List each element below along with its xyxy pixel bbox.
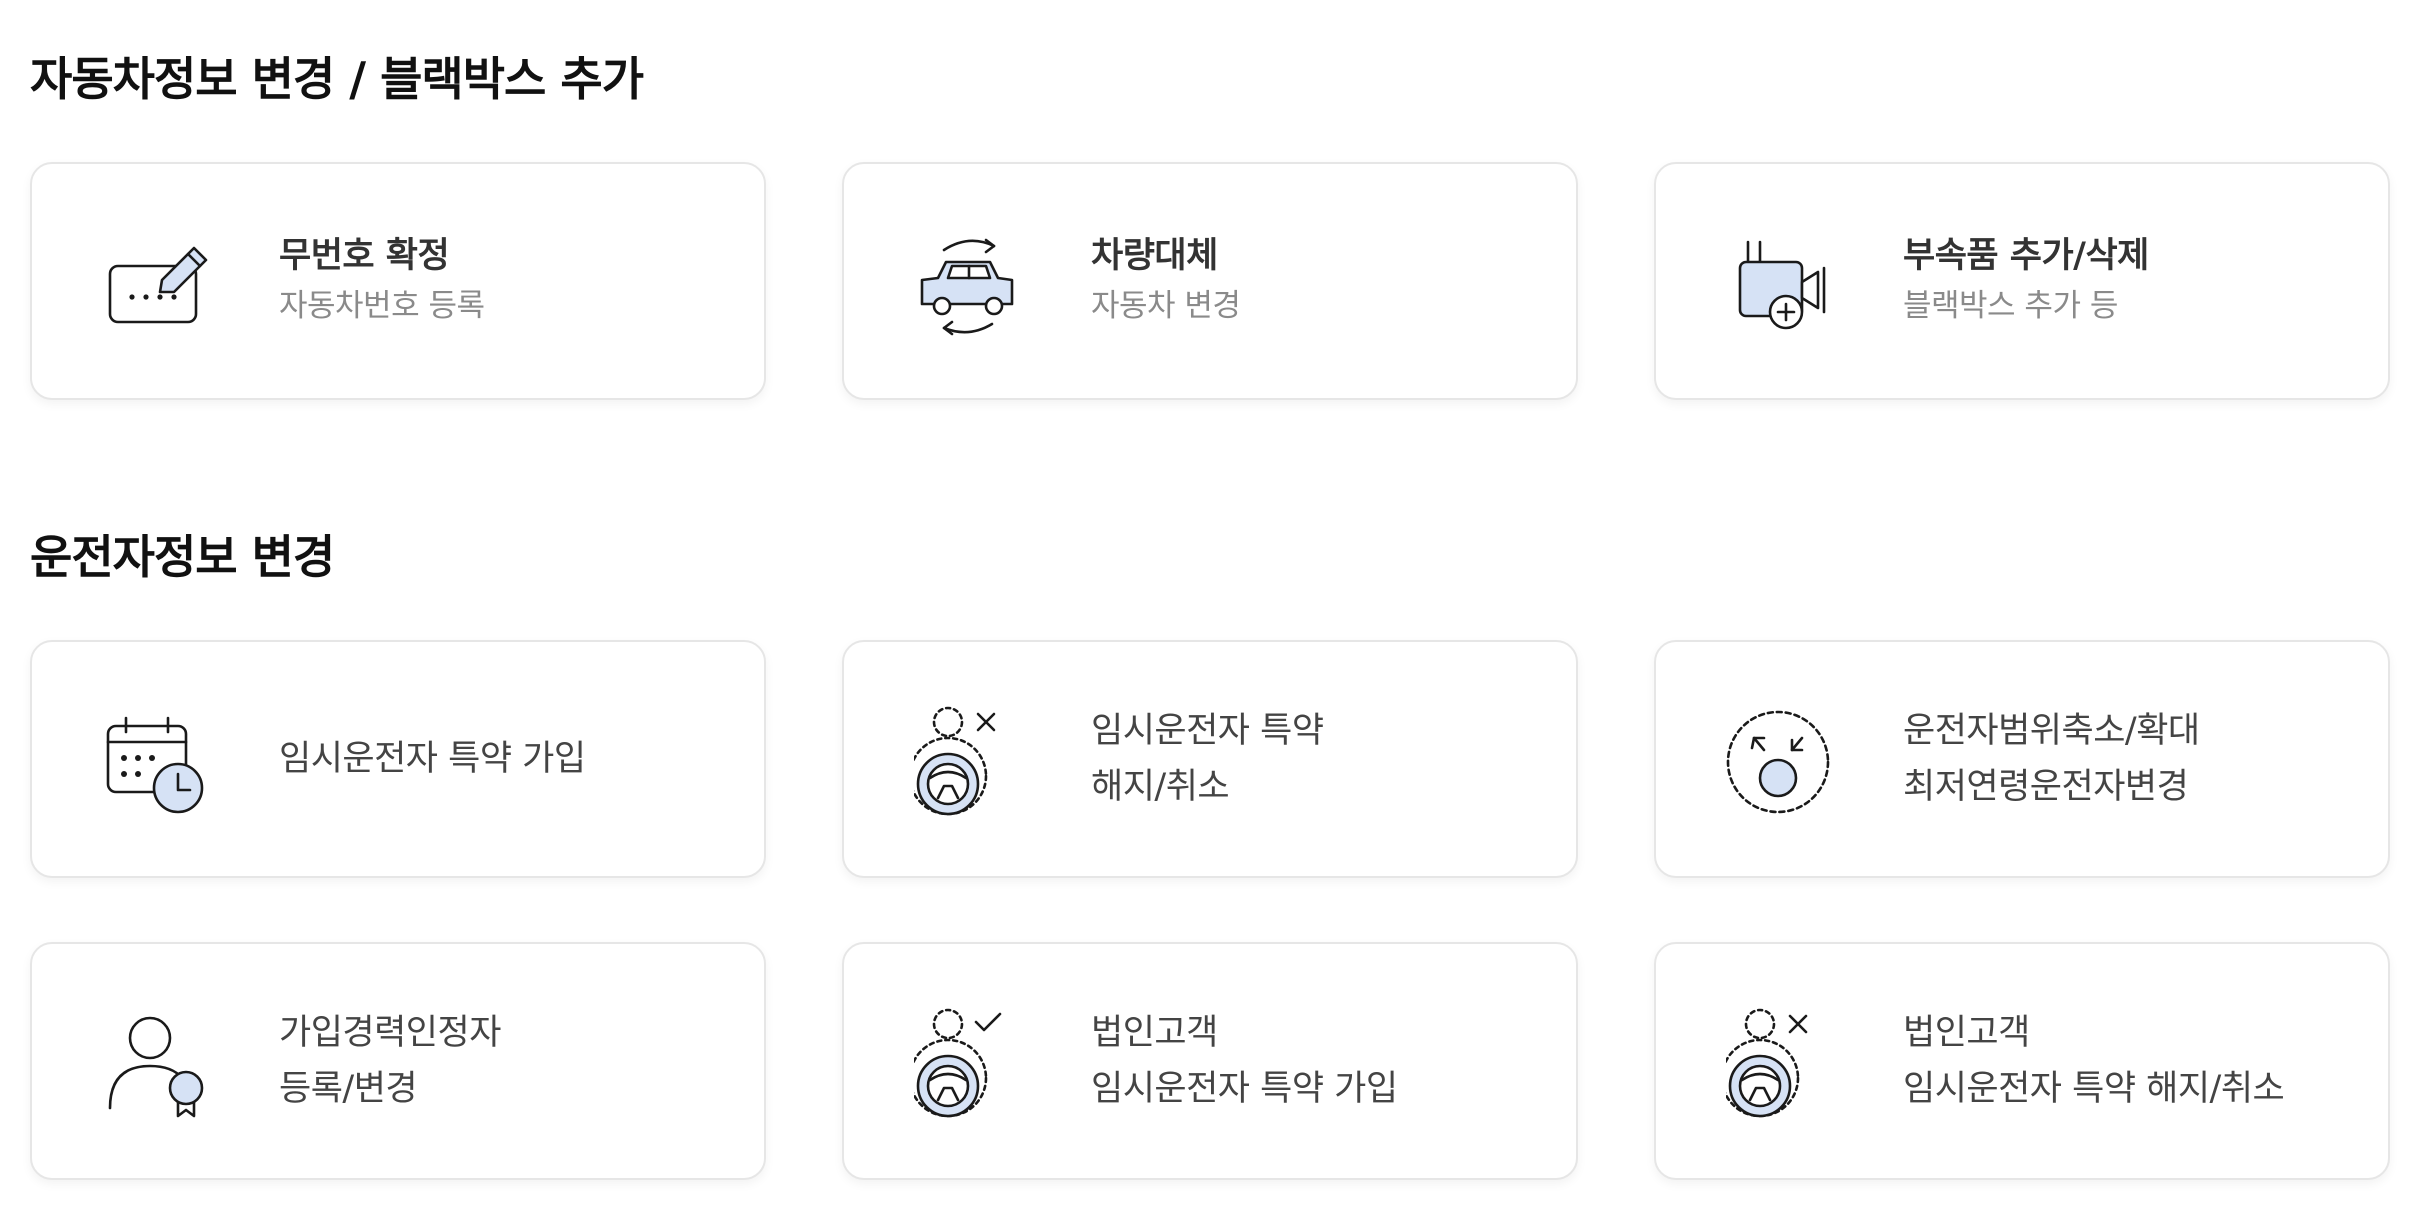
card-label-line1: 법인고객	[1903, 1013, 2030, 1053]
card-subtitle: 자동차번호 등록	[279, 288, 485, 325]
card-label: 임시운전자 특약 가입	[279, 739, 586, 779]
car-swap-icon	[914, 228, 1024, 338]
card-title: 부속품 추가/삭제	[1903, 236, 2149, 277]
card-plate-confirm[interactable]: 무번호 확정 자동차번호 등록	[30, 162, 766, 400]
card-title: 차량대체	[1091, 236, 1218, 277]
card-corp-temp-join[interactable]: 법인고객 임시운전자 특약 가입	[842, 942, 1578, 1180]
card-title: 무번호 확정	[279, 236, 450, 277]
card-temp-driver-cancel[interactable]: 임시운전자 특약 해지/취소	[842, 640, 1578, 878]
card-label-line2: 최저연령운전자변경	[1903, 767, 2189, 807]
card-driver-range[interactable]: 운전자범위축소/확대 최저연령운전자변경	[1654, 640, 2390, 878]
dashcam-add-icon	[1726, 228, 1836, 338]
card-vehicle-replace[interactable]: 차량대체 자동차 변경	[842, 162, 1578, 400]
calendar-clock-icon	[102, 706, 212, 816]
driver-range-icon	[1726, 706, 1836, 816]
card-label-line1: 법인고객	[1091, 1013, 1218, 1053]
card-temp-driver-join[interactable]: 임시운전자 특약 가입	[30, 640, 766, 878]
card-experience[interactable]: 가입경력인정자 등록/변경	[30, 942, 766, 1180]
section-title-driver-info: 운전자정보 변경	[30, 530, 335, 584]
driver-remove-icon	[914, 706, 1024, 816]
card-label-line1: 가입경력인정자	[279, 1013, 501, 1053]
section-title-car-info: 자동차정보 변경 / 블랙박스 추가	[30, 52, 644, 106]
card-corp-temp-cancel[interactable]: 법인고객 임시운전자 특약 해지/취소	[1654, 942, 2390, 1180]
card-label-line2: 임시운전자 특약 해지/취소	[1903, 1069, 2285, 1109]
card-label-line1: 운전자범위축소/확대	[1903, 711, 2200, 751]
card-label-line1: 임시운전자 특약	[1091, 711, 1324, 751]
driver-remove-icon	[1726, 1008, 1836, 1118]
card-label-line2: 등록/변경	[279, 1069, 418, 1109]
license-plate-edit-icon	[102, 228, 212, 338]
card-subtitle: 블랙박스 추가 등	[1903, 288, 2118, 325]
card-label-line2: 해지/취소	[1091, 767, 1230, 807]
card-subtitle: 자동차 변경	[1091, 288, 1241, 325]
person-badge-icon	[102, 1008, 212, 1118]
card-label-line2: 임시운전자 특약 가입	[1091, 1069, 1398, 1109]
driver-check-icon	[914, 1008, 1024, 1118]
card-accessory[interactable]: 부속품 추가/삭제 블랙박스 추가 등	[1654, 162, 2390, 400]
